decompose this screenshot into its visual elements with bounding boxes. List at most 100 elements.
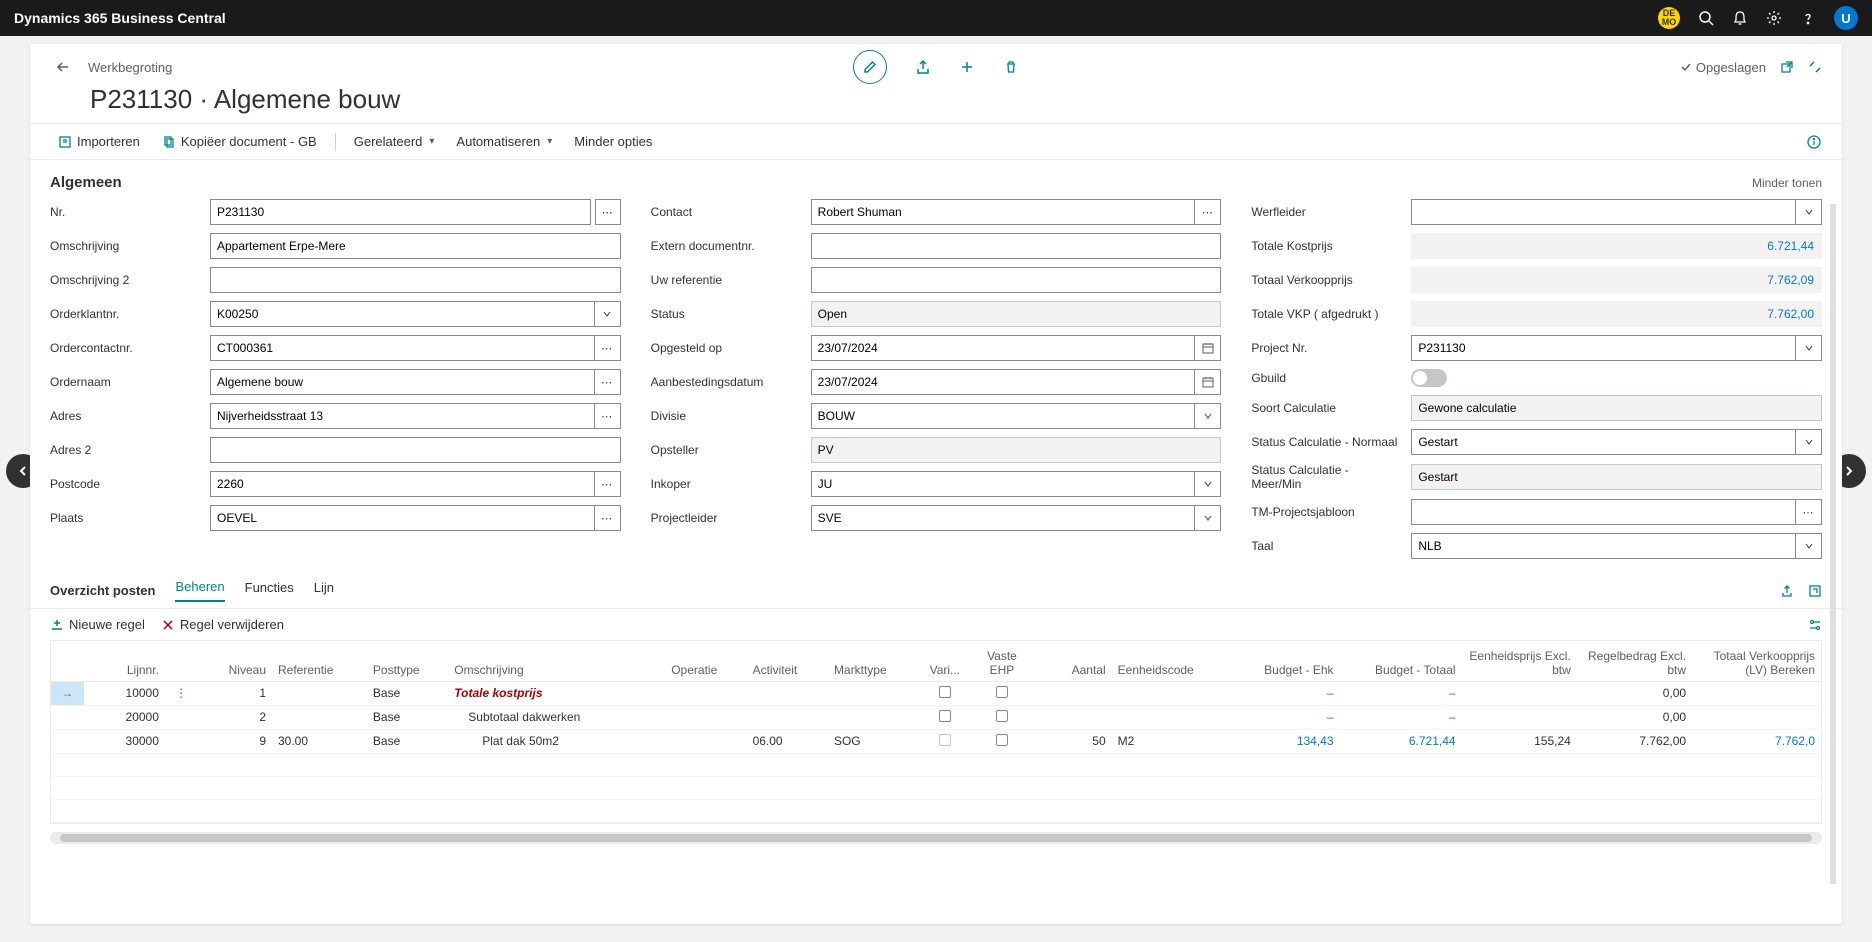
horizontal-scrollbar[interactable] (50, 832, 1822, 844)
vaste-checkbox[interactable] (996, 686, 1008, 698)
inkoper-input[interactable] (811, 471, 1196, 497)
nr-lookup-button[interactable]: ⋯ (595, 199, 621, 225)
copy-doc-button[interactable]: Kopiëer document - GB (154, 130, 325, 153)
table-row[interactable]: 30000 9 30.00 Base Plat dak 50m2 06.00 S… (51, 729, 1821, 753)
tab-functies[interactable]: Functies (245, 580, 294, 601)
postcode-lookup[interactable]: ⋯ (595, 471, 621, 497)
user-avatar[interactable]: U (1834, 6, 1858, 30)
lines-share-icon[interactable] (1780, 584, 1794, 598)
table-row-empty[interactable] (51, 753, 1821, 776)
nr-input[interactable] (210, 199, 591, 225)
adres2-input[interactable] (210, 437, 621, 463)
omschrijving-input[interactable] (210, 233, 621, 259)
projectleider-dropdown[interactable] (1195, 505, 1221, 531)
tmproj-input[interactable] (1411, 499, 1796, 525)
new-line-button[interactable]: Nieuwe regel (50, 617, 145, 632)
omschrijving2-input[interactable] (210, 267, 621, 293)
werfleider-dropdown[interactable] (1796, 199, 1822, 225)
opgesteld-input[interactable] (811, 335, 1196, 361)
breadcrumb[interactable]: Werkbegroting (88, 60, 172, 75)
col-budget-ehk[interactable]: Budget - Ehk (1231, 641, 1339, 681)
collapse-icon[interactable] (1808, 60, 1822, 74)
gear-icon[interactable] (1766, 10, 1782, 26)
postcode-input[interactable] (210, 471, 595, 497)
tab-lijn[interactable]: Lijn (314, 580, 334, 601)
tab-beheren[interactable]: Beheren (175, 579, 224, 602)
vaste-checkbox[interactable] (996, 734, 1008, 746)
contact-lookup[interactable]: ⋯ (1195, 199, 1221, 225)
ordernaam-lookup[interactable]: ⋯ (595, 369, 621, 395)
orderklant-dropdown[interactable] (595, 301, 621, 327)
projectnr-dropdown[interactable] (1796, 335, 1822, 361)
col-markttype[interactable]: Markttype (828, 641, 916, 681)
related-button[interactable]: Gerelateerd▾ (346, 130, 443, 153)
divisie-dropdown[interactable] (1195, 403, 1221, 429)
col-referentie[interactable]: Referentie (272, 641, 367, 681)
col-vari[interactable]: Vari... (916, 641, 974, 681)
statuscalc-n-input[interactable] (1411, 429, 1796, 455)
adres-input[interactable] (210, 403, 595, 429)
ordernaam-input[interactable] (210, 369, 595, 395)
projectnr-input[interactable] (1411, 335, 1796, 361)
automate-button[interactable]: Automatiseren▾ (448, 130, 560, 153)
tmproj-lookup[interactable]: ⋯ (1796, 499, 1822, 525)
col-aantal[interactable]: Aantal (1030, 641, 1111, 681)
table-row[interactable]: 20000 2 Base Subtotaal dakwerken – – 0,0… (51, 705, 1821, 729)
col-omschrijving[interactable]: Omschrijving (448, 641, 665, 681)
info-icon[interactable] (1806, 134, 1822, 150)
aanbesteding-input[interactable] (811, 369, 1196, 395)
col-eenheidsprijs[interactable]: Eenheidsprijs Excl. btw (1462, 641, 1577, 681)
demo-badge[interactable]: DEMO (1658, 7, 1680, 29)
col-budget-totaal[interactable]: Budget - Totaal (1340, 641, 1462, 681)
adres-lookup[interactable]: ⋯ (595, 403, 621, 429)
table-row-empty[interactable] (51, 799, 1821, 822)
vaste-checkbox[interactable] (996, 710, 1008, 722)
vari-checkbox[interactable] (939, 734, 951, 746)
vari-checkbox[interactable] (939, 710, 951, 722)
tot-kostprijs-value[interactable] (1411, 233, 1822, 259)
aanbesteding-calendar[interactable] (1195, 369, 1221, 395)
lines-expand-icon[interactable] (1808, 584, 1822, 598)
vertical-scrollbar[interactable] (1830, 204, 1836, 884)
tot-vkp-value[interactable] (1411, 301, 1822, 327)
table-row[interactable]: → 10000 ⋮ 1 Base Totale kostprijs – – 0,… (51, 681, 1821, 705)
contact-input[interactable] (811, 199, 1196, 225)
col-lijnnr[interactable]: Lijnnr. (84, 641, 165, 681)
col-vaste[interactable]: Vaste EHP (974, 641, 1031, 681)
col-niveau[interactable]: Niveau (197, 641, 272, 681)
col-posttype[interactable]: Posttype (367, 641, 448, 681)
popout-icon[interactable] (1780, 60, 1794, 74)
taal-input[interactable] (1411, 533, 1796, 559)
show-less-button[interactable]: Minder tonen (1752, 176, 1822, 190)
orderklant-input[interactable] (210, 301, 595, 327)
tot-verkoop-value[interactable] (1411, 267, 1822, 293)
opgesteld-calendar[interactable] (1195, 335, 1221, 361)
help-icon[interactable] (1800, 10, 1816, 26)
divisie-input[interactable] (811, 403, 1196, 429)
plaats-input[interactable] (210, 505, 595, 531)
vari-checkbox[interactable] (939, 686, 951, 698)
delete-icon[interactable] (1003, 59, 1019, 75)
ordercontact-lookup[interactable]: ⋯ (595, 335, 621, 361)
werfleider-input[interactable] (1411, 199, 1796, 225)
uwref-input[interactable] (811, 267, 1222, 293)
col-operatie[interactable]: Operatie (665, 641, 746, 681)
fewer-options-button[interactable]: Minder opties (566, 130, 660, 153)
col-eenheidscode[interactable]: Eenheidscode (1112, 641, 1231, 681)
plaats-lookup[interactable]: ⋯ (595, 505, 621, 531)
table-row-empty[interactable] (51, 776, 1821, 799)
gbuild-toggle[interactable] (1411, 369, 1447, 387)
new-icon[interactable] (959, 59, 975, 75)
import-button[interactable]: Importeren (50, 130, 148, 153)
edit-button[interactable] (853, 50, 887, 84)
back-button[interactable] (50, 54, 76, 80)
taal-dropdown[interactable] (1796, 533, 1822, 559)
ordercontact-input[interactable] (210, 335, 595, 361)
delete-line-button[interactable]: Regel verwijderen (161, 617, 284, 632)
share-icon[interactable] (915, 59, 931, 75)
bell-icon[interactable] (1732, 10, 1748, 26)
inkoper-dropdown[interactable] (1195, 471, 1221, 497)
lines-settings-icon[interactable] (1808, 618, 1822, 632)
statuscalc-n-dropdown[interactable] (1796, 429, 1822, 455)
col-activiteit[interactable]: Activiteit (747, 641, 828, 681)
